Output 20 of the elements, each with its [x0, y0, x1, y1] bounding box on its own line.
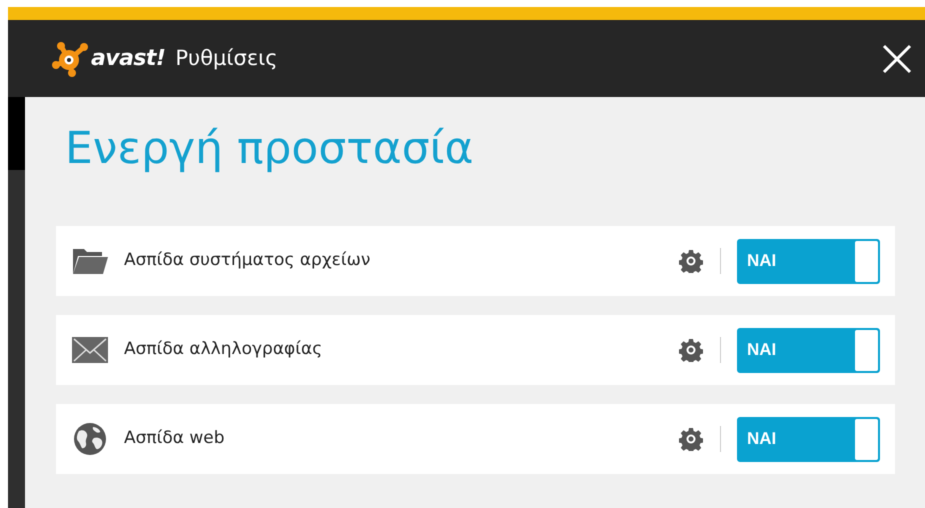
shield-label: Ασπίδα αλληλογραφίας [124, 338, 322, 362]
close-icon [882, 44, 912, 74]
settings-icon [679, 249, 703, 273]
settings-button[interactable] [678, 337, 704, 363]
window-title: Ρυθμίσεις [175, 44, 278, 72]
page-heading: Ενεργή προστασία [65, 122, 475, 176]
toggle-switch[interactable]: NAI [737, 416, 880, 462]
shield-label: Ασπίδα web [124, 427, 225, 450]
settings-button[interactable] [678, 248, 704, 274]
settings-icon [679, 338, 703, 362]
logo-icon [52, 40, 90, 76]
folder-icon [72, 246, 108, 276]
toggle-switch[interactable]: NAI [737, 238, 880, 284]
toggle-switch[interactable]: NAI [737, 328, 880, 372]
envelope-icon [71, 336, 109, 364]
shield-label: Ασπίδα συστήματος αρχείων [124, 249, 370, 272]
settings-icon [679, 427, 703, 451]
globe-icon [73, 422, 107, 456]
settings-button[interactable] [678, 426, 704, 452]
logo-text: avast! [91, 45, 166, 73]
